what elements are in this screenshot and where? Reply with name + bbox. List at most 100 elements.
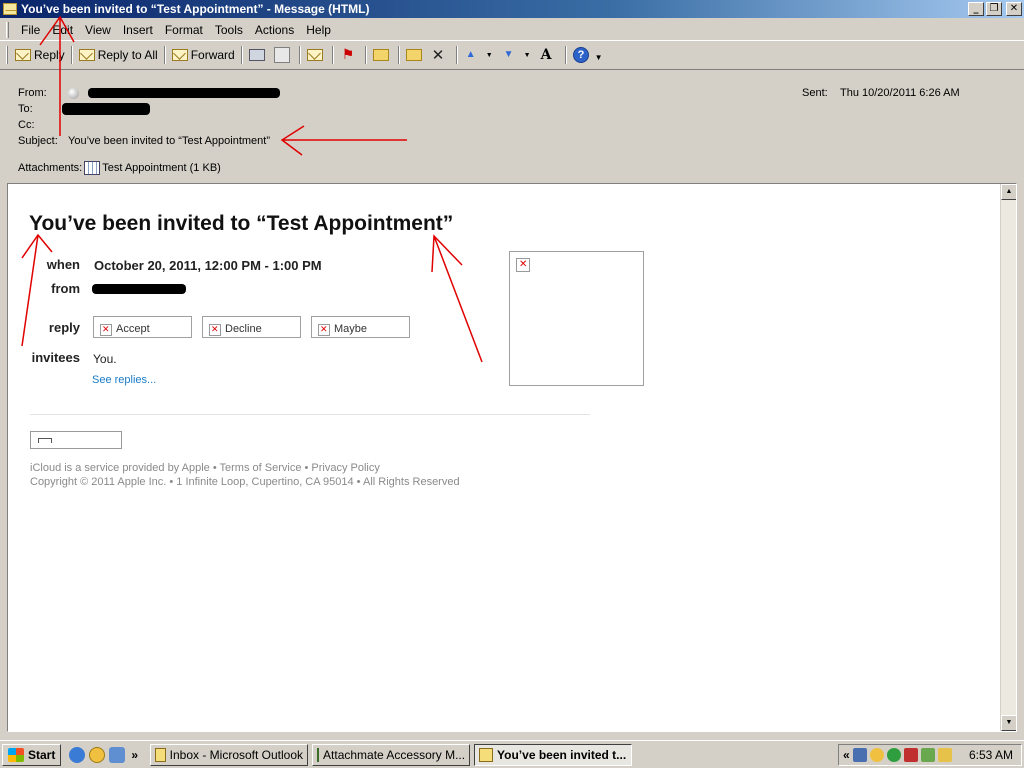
menu-grip[interactable] [6, 21, 9, 38]
menu-view[interactable]: View [79, 23, 117, 37]
next-item-button[interactable]: ▼ [499, 45, 537, 65]
outlook-inbox-icon [155, 747, 166, 762]
chevron-down-icon: ▼ [523, 51, 531, 59]
attachments-row: Attachments: Test Appointment (1 KB) [18, 161, 221, 175]
icloud-logo-placeholder [30, 431, 122, 449]
toolbar-separator [397, 46, 400, 64]
presence-icon [68, 87, 79, 99]
vertical-scrollbar[interactable]: ▲ ▼ [1000, 184, 1016, 731]
broken-image-icon [516, 258, 530, 272]
maybe-button[interactable]: Maybe [311, 316, 410, 338]
toolbar-separator [331, 46, 334, 64]
attachments-label: Attachments: [18, 162, 83, 174]
forward-button[interactable]: Forward [169, 45, 238, 65]
menu-help[interactable]: Help [300, 23, 337, 37]
network-icon[interactable] [852, 748, 867, 762]
folder-icon [372, 49, 389, 61]
internet-explorer-icon[interactable] [69, 746, 86, 763]
menu-insert[interactable]: Insert [117, 23, 159, 37]
printer-icon [248, 49, 265, 61]
menu-actions[interactable]: Actions [249, 23, 300, 37]
previous-item-button[interactable]: ▼ [461, 45, 499, 65]
scroll-up-button[interactable]: ▲ [1001, 184, 1016, 200]
minimize-button[interactable]: _ [968, 2, 984, 16]
task-message[interactable]: You’ve been invited t... [474, 743, 633, 766]
quick-launch-overflow[interactable]: » [131, 748, 138, 762]
close-button[interactable]: ✕ [1006, 2, 1022, 16]
flag-button[interactable] [337, 45, 362, 65]
delete-button[interactable] [428, 45, 453, 65]
restore-button[interactable]: ❐ [986, 2, 1002, 16]
move-to-folder-icon [306, 49, 323, 61]
from-label: From: [18, 87, 47, 99]
see-replies-link[interactable]: See replies... [92, 374, 156, 386]
chevron-down-icon: ▼ [485, 51, 493, 59]
toolbar-separator [455, 46, 458, 64]
tray-expand-icon[interactable]: « [843, 748, 850, 762]
help-button[interactable] [570, 45, 595, 65]
up-arrow-icon [464, 47, 480, 63]
when-label: when [46, 257, 80, 272]
copy-button[interactable] [271, 45, 296, 65]
from-label-invite: from [51, 281, 80, 296]
menu-tools[interactable]: Tools [209, 23, 249, 37]
security-icon[interactable] [903, 748, 918, 762]
decline-button[interactable]: Decline [202, 316, 301, 338]
attachment-file[interactable]: Test Appointment (1 KB) [102, 162, 221, 174]
cc-label: Cc: [18, 119, 35, 131]
invite-title: You’ve been invited to “Test Appointment… [29, 212, 454, 235]
reply-button[interactable]: Reply [12, 45, 68, 65]
sync-icon[interactable] [886, 748, 901, 762]
clock-icon[interactable] [89, 746, 106, 763]
taskbar-clock[interactable]: 6:53 AM [969, 748, 1013, 762]
menu-file[interactable]: File [15, 23, 46, 37]
from-value[interactable] [68, 87, 281, 99]
menu-format[interactable]: Format [159, 23, 209, 37]
move-item-icon [405, 49, 422, 61]
taskbar: Start » Inbox - Microsoft Outlook Attach… [0, 740, 1024, 768]
start-button[interactable]: Start [2, 743, 62, 766]
standard-toolbar: Reply Reply to All Forward ▼ ▼ ▼ [0, 42, 603, 68]
window-controls: _ ❐ ✕ [968, 2, 1022, 16]
accept-button[interactable]: Accept [93, 316, 192, 338]
task-inbox-label: Inbox - Microsoft Outlook [169, 747, 304, 762]
move-button[interactable] [304, 45, 329, 65]
move-item-button[interactable] [403, 45, 428, 65]
window-title: You’ve been invited to “Test Appointment… [21, 2, 370, 16]
start-label: Start [28, 747, 56, 762]
toolbar-grip[interactable] [6, 46, 8, 64]
task-inbox[interactable]: Inbox - Microsoft Outlook [150, 743, 309, 766]
attachmate-icon [317, 747, 320, 762]
sent-value: Thu 10/20/2011 6:26 AM [840, 87, 960, 99]
windows-logo-icon [8, 747, 24, 762]
task-attachmate[interactable]: Attachmate Accessory M... [312, 743, 471, 766]
redacted-recipient[interactable] [62, 103, 150, 115]
reply-all-button[interactable]: Reply to All [76, 45, 161, 65]
down-arrow-icon [502, 47, 518, 63]
menu-bar: File Edit View Insert Format Tools Actio… [0, 19, 1024, 41]
clock-icon[interactable] [869, 748, 884, 762]
calendar-image-placeholder [509, 251, 644, 386]
accept-label: Accept [116, 323, 150, 335]
reply-label: reply [48, 320, 80, 335]
print-button[interactable] [246, 45, 271, 65]
menu-edit[interactable]: Edit [46, 23, 79, 37]
task-attachmate-label: Attachmate Accessory M... [323, 747, 466, 762]
decline-label: Decline [225, 323, 262, 335]
font-size-button[interactable] [537, 45, 562, 65]
status-icon[interactable] [920, 748, 935, 762]
scroll-down-button[interactable]: ▼ [1001, 715, 1016, 731]
message-body[interactable]: You’ve been invited to “Test Appointment… [7, 183, 1017, 732]
toolbar-options-chevron-icon[interactable]: ▼ [595, 45, 603, 65]
window-title-bar[interactable]: You’ve been invited to “Test Appointment… [0, 0, 1024, 18]
message-header: From: To: Cc: Subject: You’ve been invit… [0, 69, 1024, 181]
to-row: To: [18, 103, 150, 115]
broken-image-icon [100, 324, 112, 336]
copy-icon [273, 47, 290, 63]
system-tray: « 6:53 AM [838, 744, 1022, 766]
reply-all-icon [78, 49, 95, 61]
lock-icon[interactable] [937, 748, 952, 762]
folder-button[interactable] [370, 45, 395, 65]
outlook-icon[interactable] [109, 746, 126, 763]
task-message-label: You’ve been invited t... [497, 747, 627, 762]
